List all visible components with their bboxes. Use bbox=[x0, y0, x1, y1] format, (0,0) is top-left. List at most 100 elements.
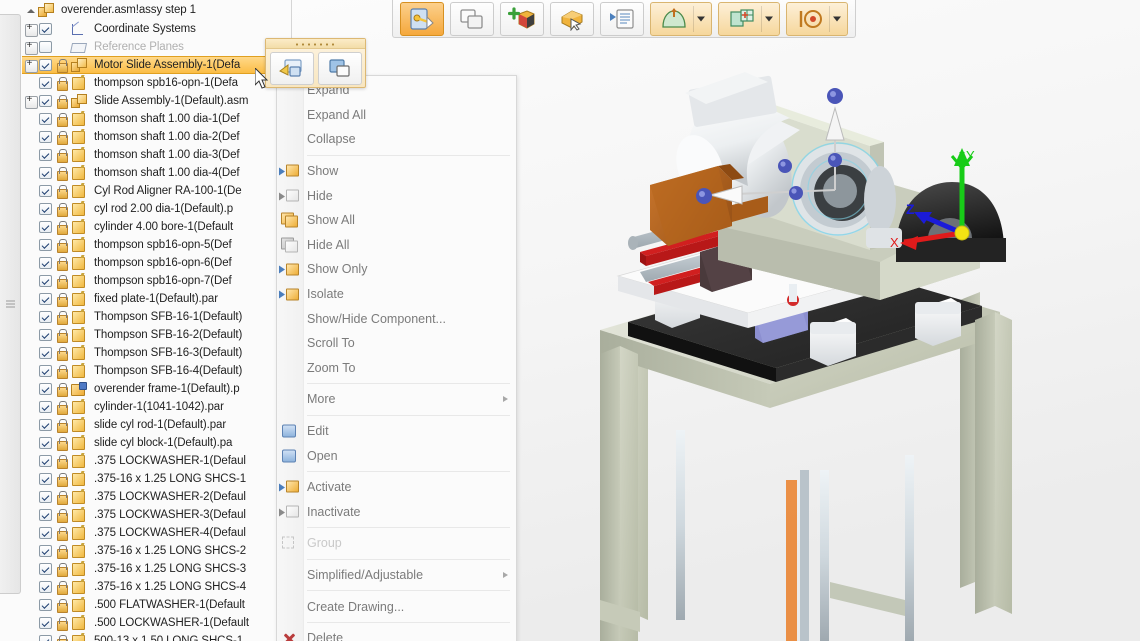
tree-item-32[interactable]: .500 FLATWASHER-1(Default bbox=[22, 596, 292, 614]
tree-item-0[interactable]: Coordinate Systems bbox=[22, 20, 292, 38]
tree-item-21[interactable]: cylinder-1(1041-1042).par bbox=[22, 398, 292, 416]
visibility-checkbox[interactable] bbox=[39, 635, 52, 641]
tree-item-17[interactable]: Thompson SFB-16-2(Default) bbox=[22, 326, 292, 344]
visibility-checkbox[interactable] bbox=[39, 599, 52, 611]
tree-item-22[interactable]: slide cyl rod-1(Default).par bbox=[22, 416, 292, 434]
assembly-features-button[interactable] bbox=[650, 2, 712, 36]
tree-item-19[interactable]: Thompson SFB-16-4(Default) bbox=[22, 362, 292, 380]
tree-item-18[interactable]: Thompson SFB-16-3(Default) bbox=[22, 344, 292, 362]
expand-node-button[interactable] bbox=[270, 52, 314, 85]
visibility-checkbox[interactable] bbox=[39, 329, 52, 341]
tree-item-13[interactable]: thompson spb16-opn-6(Def bbox=[22, 254, 292, 272]
visibility-checkbox[interactable] bbox=[39, 221, 52, 233]
menu-item-scroll-to[interactable]: Scroll To bbox=[277, 331, 516, 356]
tree-item-4[interactable]: Slide Assembly-1(Default).asm bbox=[22, 92, 292, 110]
visibility-checkbox[interactable] bbox=[39, 131, 52, 143]
visibility-checkbox[interactable] bbox=[39, 185, 52, 197]
menu-item-zoom-to[interactable]: Zoom To bbox=[277, 356, 516, 381]
component-context-menu[interactable]: ExpandExpand AllCollapseShowHideShow All… bbox=[276, 75, 517, 641]
tree-item-27[interactable]: .375 LOCKWASHER-3(Defaul bbox=[22, 506, 292, 524]
tree-item-10[interactable]: cyl rod 2.00 dia-1(Default).p bbox=[22, 200, 292, 218]
menu-item-collapse[interactable]: Collapse bbox=[277, 127, 516, 152]
menu-item-show-hide[interactable]: Show/Hide Component... bbox=[277, 306, 516, 331]
menu-item-simplified[interactable]: Simplified/Adjustable bbox=[277, 563, 516, 588]
tree-item-12[interactable]: thompson spb16-opn-5(Def bbox=[22, 236, 292, 254]
visibility-checkbox[interactable] bbox=[39, 239, 52, 251]
toolbar-grip[interactable] bbox=[266, 39, 365, 49]
collapse-arrow-icon[interactable] bbox=[24, 5, 37, 16]
tree-item-11[interactable]: cylinder 4.00 bore-1(Default bbox=[22, 218, 292, 236]
visibility-checkbox[interactable] bbox=[39, 293, 52, 305]
visibility-checkbox[interactable] bbox=[39, 455, 52, 467]
tree-item-2[interactable]: Motor Slide Assembly-1(Defa bbox=[22, 56, 292, 74]
menu-item-delete[interactable]: Delete bbox=[277, 626, 516, 641]
visibility-checkbox[interactable] bbox=[39, 95, 52, 107]
visibility-checkbox[interactable] bbox=[39, 77, 52, 89]
chevron-down-icon[interactable] bbox=[833, 16, 841, 21]
menu-item-show-all[interactable]: Show All bbox=[277, 208, 516, 233]
tree-item-6[interactable]: thomson shaft 1.00 dia-2(Def bbox=[22, 128, 292, 146]
tree-item-3[interactable]: thompson spb16-opn-1(Defa bbox=[22, 74, 292, 92]
visibility-checkbox[interactable] bbox=[39, 563, 52, 575]
pattern-component-button[interactable] bbox=[718, 2, 780, 36]
expand-toggle-icon[interactable] bbox=[24, 24, 37, 35]
tree-item-8[interactable]: thomson shaft 1.00 dia-4(Def bbox=[22, 164, 292, 182]
tree-item-30[interactable]: .375-16 x 1.25 LONG SHCS-3 bbox=[22, 560, 292, 578]
tree-item-14[interactable]: thompson spb16-opn-7(Def bbox=[22, 272, 292, 290]
visibility-checkbox[interactable] bbox=[39, 401, 52, 413]
tree-root-row[interactable]: overender.asm!assy step 1 bbox=[22, 0, 292, 20]
tree-item-23[interactable]: slide cyl block-1(Default).pa bbox=[22, 434, 292, 452]
expand-toggle-icon[interactable] bbox=[24, 96, 37, 107]
select-tool-button[interactable] bbox=[400, 2, 444, 36]
copy-component-button[interactable] bbox=[450, 2, 494, 36]
collapse-node-button[interactable] bbox=[318, 52, 362, 85]
visibility-checkbox[interactable] bbox=[39, 473, 52, 485]
add-component-button[interactable] bbox=[500, 2, 544, 36]
visibility-checkbox[interactable] bbox=[39, 113, 52, 125]
menu-item-more[interactable]: More bbox=[277, 387, 516, 412]
panel-dock-gutter[interactable] bbox=[0, 14, 21, 594]
menu-item-hide-all[interactable]: Hide All bbox=[277, 233, 516, 258]
menu-item-open[interactable]: Open bbox=[277, 443, 516, 468]
chevron-down-icon[interactable] bbox=[765, 16, 773, 21]
tree-item-25[interactable]: .375-16 x 1.25 LONG SHCS-1 bbox=[22, 470, 292, 488]
visibility-checkbox[interactable] bbox=[39, 59, 52, 71]
visibility-checkbox[interactable] bbox=[39, 257, 52, 269]
expand-toggle-icon[interactable] bbox=[24, 42, 37, 53]
tree-item-15[interactable]: fixed plate-1(Default).par bbox=[22, 290, 292, 308]
assembly-tree[interactable]: overender.asm!assy step 1 Coordinate Sys… bbox=[22, 0, 292, 641]
visibility-checkbox[interactable] bbox=[39, 581, 52, 593]
tree-item-33[interactable]: .500 LOCKWASHER-1(Default bbox=[22, 614, 292, 632]
tree-item-16[interactable]: Thompson SFB-16-1(Default) bbox=[22, 308, 292, 326]
menu-item-show-only[interactable]: Show Only bbox=[277, 257, 516, 282]
visibility-checkbox[interactable] bbox=[39, 491, 52, 503]
menu-item-edit[interactable]: Edit bbox=[277, 419, 516, 444]
menu-item-create-drawing[interactable]: Create Drawing... bbox=[277, 594, 516, 619]
relationships-button[interactable] bbox=[786, 2, 848, 36]
menu-item-inactivate[interactable]: Inactivate bbox=[277, 500, 516, 525]
visibility-checkbox[interactable] bbox=[39, 275, 52, 287]
tree-item-7[interactable]: thomson shaft 1.00 dia-3(Def bbox=[22, 146, 292, 164]
menu-item-show[interactable]: Show bbox=[277, 159, 516, 184]
tree-item-34[interactable]: 500-13 x 1.50 LONG SHCS-1 bbox=[22, 632, 292, 641]
move-component-button[interactable] bbox=[550, 2, 594, 36]
floating-command-toolbar[interactable] bbox=[265, 38, 366, 88]
visibility-checkbox[interactable] bbox=[39, 383, 52, 395]
visibility-checkbox[interactable] bbox=[39, 167, 52, 179]
parts-list-button[interactable] bbox=[600, 2, 644, 36]
menu-item-hide[interactable]: Hide bbox=[277, 183, 516, 208]
visibility-checkbox[interactable] bbox=[39, 419, 52, 431]
visibility-checkbox[interactable] bbox=[39, 203, 52, 215]
visibility-checkbox[interactable] bbox=[39, 527, 52, 539]
tree-item-26[interactable]: .375 LOCKWASHER-2(Defaul bbox=[22, 488, 292, 506]
assembly-toolbar[interactable] bbox=[392, 0, 856, 38]
visibility-checkbox[interactable] bbox=[39, 545, 52, 557]
visibility-checkbox[interactable] bbox=[39, 617, 52, 629]
panel-grip[interactable] bbox=[6, 299, 15, 310]
tree-item-1[interactable]: Reference Planes bbox=[22, 38, 292, 56]
visibility-checkbox[interactable] bbox=[39, 365, 52, 377]
tree-item-28[interactable]: .375 LOCKWASHER-4(Defaul bbox=[22, 524, 292, 542]
tree-item-20[interactable]: overender frame-1(Default).p bbox=[22, 380, 292, 398]
expand-toggle-icon[interactable] bbox=[24, 60, 37, 71]
tree-item-24[interactable]: .375 LOCKWASHER-1(Defaul bbox=[22, 452, 292, 470]
